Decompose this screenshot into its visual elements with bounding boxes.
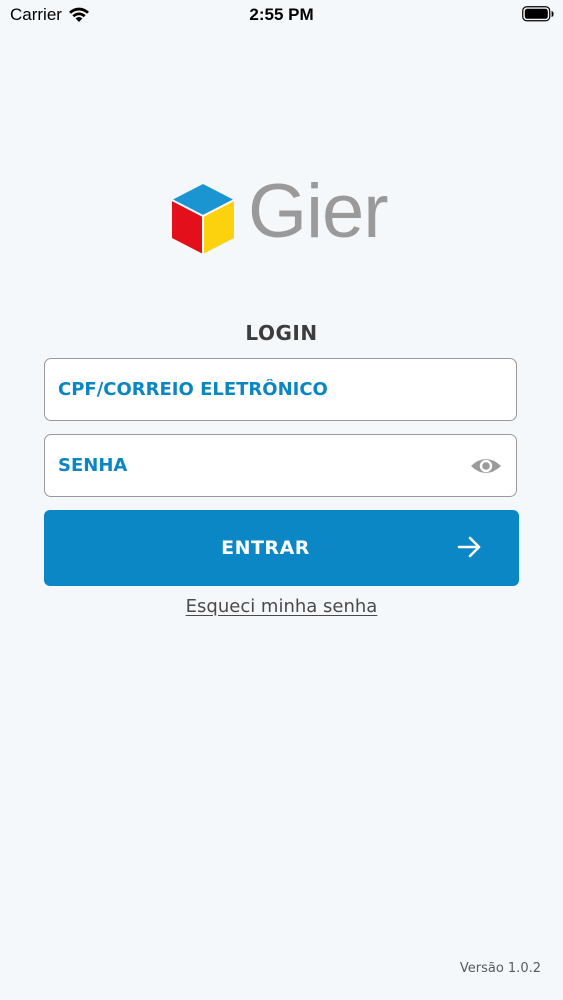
username-field[interactable] <box>44 358 517 421</box>
status-time: 2:55 PM <box>249 5 314 24</box>
password-input[interactable] <box>58 435 458 496</box>
forgot-password-link[interactable]: Esqueci minha senha <box>0 596 563 617</box>
brand-wordmark: Gier <box>248 169 389 254</box>
enter-button[interactable]: ENTRAR <box>44 510 519 586</box>
login-title: LOGIN <box>245 321 318 345</box>
status-bar: Carrier 2:55 PM <box>0 0 563 30</box>
brand-logo: Gier <box>170 174 400 260</box>
arrow-right-icon <box>457 535 483 564</box>
enter-button-label: ENTRAR <box>221 537 310 559</box>
password-field[interactable] <box>44 434 517 497</box>
cube-logo-icon <box>170 182 236 260</box>
app-version: Versão 1.0.2 <box>459 961 541 976</box>
username-input[interactable] <box>58 359 458 420</box>
battery-full-icon <box>522 6 554 26</box>
eye-icon[interactable] <box>470 453 502 479</box>
